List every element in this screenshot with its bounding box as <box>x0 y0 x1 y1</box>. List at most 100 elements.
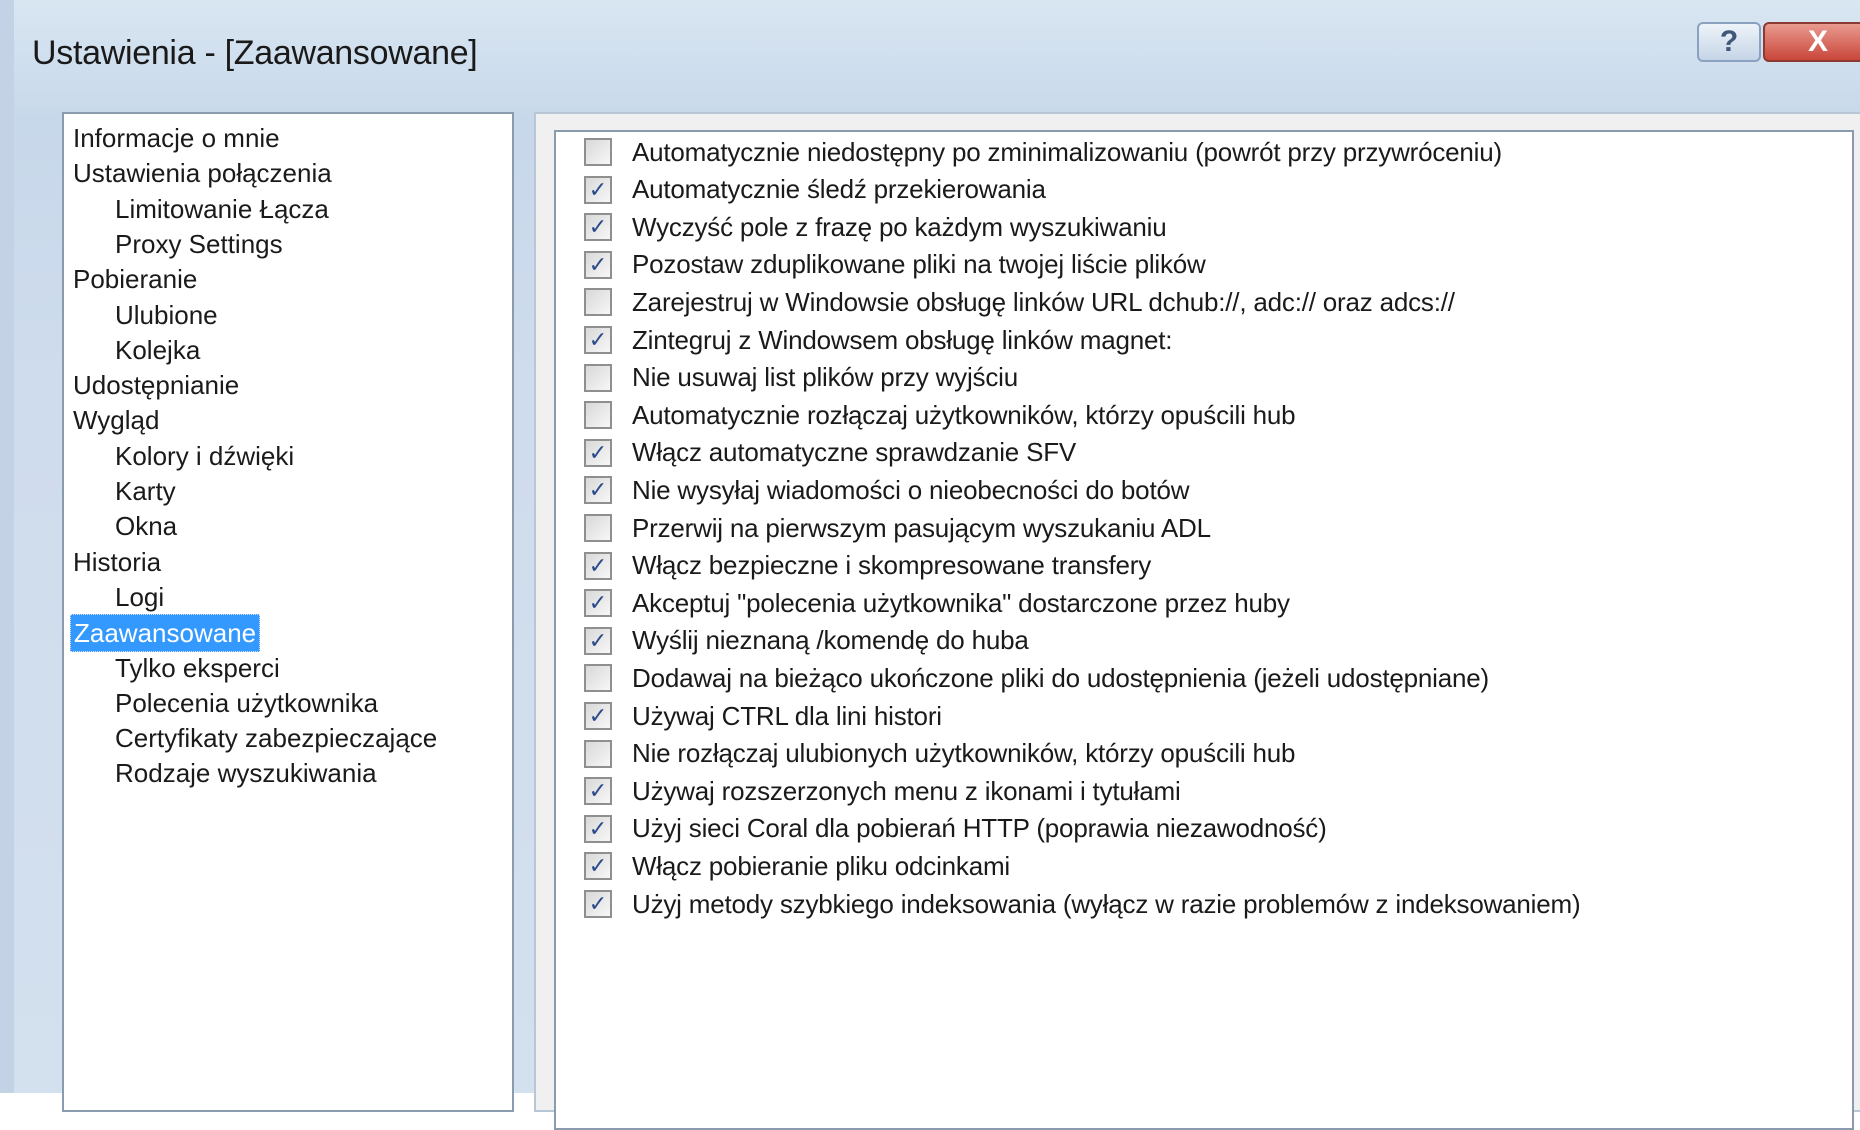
option-checkbox[interactable] <box>584 664 612 693</box>
option-checkbox[interactable]: ✓ <box>584 438 612 467</box>
check-mark-icon: ✓ <box>588 590 608 616</box>
option-label: Nie wysyłaj wiadomości o nieobecności do… <box>632 474 1190 505</box>
option-checkbox[interactable] <box>584 363 612 392</box>
help-icon: ? <box>1719 25 1739 58</box>
option-checkbox[interactable]: ✓ <box>584 777 612 806</box>
nav-item[interactable]: Informacje o mnie <box>70 120 283 156</box>
option-row[interactable]: ✓ Nie wysyłaj wiadomości o nieobecności d… <box>584 472 1190 508</box>
option-checkbox[interactable]: ✓ <box>584 702 612 730</box>
option-label: Przerwij na pierwszym pasującym wyszukan… <box>632 512 1211 543</box>
option-row[interactable]: ✓ Wyczyść pole z frazę po każdym wyszukiw… <box>584 209 1167 245</box>
option-label: Nie rozłączaj ulubionych użytkowników, k… <box>632 738 1296 769</box>
nav-item[interactable]: Okna <box>112 508 180 544</box>
option-row[interactable]: Automatycznie niedostępny po zminimalizo… <box>584 134 1502 170</box>
option-checkbox[interactable] <box>584 138 612 166</box>
option-label: Użyj metody szybkiego indeksowania (wyłą… <box>632 888 1581 919</box>
option-checkbox[interactable]: ✓ <box>584 589 612 618</box>
option-row[interactable]: ✓ Pozostaw zduplikowane pliki na twojej l… <box>584 247 1206 283</box>
check-mark-icon: ✓ <box>588 778 608 804</box>
option-checkbox[interactable]: ✓ <box>584 326 612 354</box>
option-checkbox[interactable]: ✓ <box>584 213 612 242</box>
check-mark-icon: ✓ <box>588 853 608 879</box>
option-checkbox[interactable]: ✓ <box>584 476 612 505</box>
option-row[interactable]: ✓ Używaj rozszerzonych menu z ikonami i t… <box>584 773 1181 809</box>
option-label: Wyczyść pole z frazę po każdym wyszukiwa… <box>632 211 1167 242</box>
check-mark-icon: ✓ <box>588 627 608 653</box>
option-row[interactable]: Zarejestruj w Windowsie obsługę linków U… <box>584 284 1455 320</box>
title-bar[interactable]: Ustawienia - [Zaawansowane] ? X <box>14 0 1860 106</box>
nav-item[interactable]: Udostępnianie <box>70 367 242 403</box>
option-checkbox[interactable] <box>584 514 612 542</box>
option-checkbox[interactable]: ✓ <box>584 551 612 580</box>
nav-item[interactable]: Zaawansowane <box>70 614 261 653</box>
nav-item[interactable]: Logi <box>112 579 167 615</box>
nav-item[interactable]: Historia <box>70 544 164 580</box>
option-checkbox[interactable]: ✓ <box>584 250 612 279</box>
option-label: Automatycznie rozłączaj użytkowników, kt… <box>632 399 1296 430</box>
option-row[interactable]: ✓ Włącz pobieranie pliku odcinkami <box>584 848 1010 884</box>
help-button[interactable]: ? <box>1697 22 1761 62</box>
option-label: Automatycznie śledź przekierowania <box>632 174 1046 205</box>
option-row[interactable]: ✓ Użyj metody szybkiego indeksowania (wył… <box>584 886 1581 922</box>
option-checkbox[interactable] <box>584 288 612 317</box>
option-label: Używaj rozszerzonych menu z ikonami i ty… <box>632 775 1181 806</box>
nav-item[interactable]: Limitowanie Łącza <box>112 191 332 227</box>
close-button[interactable]: X <box>1763 22 1860 62</box>
option-row[interactable]: Dodawaj na bieżąco ukończone pliki do ud… <box>584 660 1489 696</box>
nav-item[interactable]: Tylko eksperci <box>112 650 283 686</box>
option-checkbox[interactable]: ✓ <box>584 814 612 843</box>
option-checkbox[interactable] <box>584 401 612 430</box>
settings-dialog: Ustawienia - [Zaawansowane] ? X Informac… <box>0 0 1860 1130</box>
advanced-settings-panel: Automatycznie niedostępny po zminimalizo… <box>534 112 1860 1130</box>
settings-nav-tree[interactable]: Informacje o mnie Ustawienia połączenia Li… <box>62 112 514 1112</box>
option-row[interactable]: ✓ Włącz automatyczne sprawdzanie SFV <box>584 435 1076 471</box>
option-label: Pozostaw zduplikowane pliki na twojej li… <box>632 249 1206 280</box>
option-checkbox[interactable]: ✓ <box>584 852 612 881</box>
nav-item[interactable]: Proxy Settings <box>112 226 286 262</box>
nav-item[interactable]: Pobieranie <box>70 261 200 297</box>
option-label: Zintegruj z Windowsem obsługę linków mag… <box>632 324 1173 355</box>
option-row[interactable]: ✓ Zintegruj z Windowsem obsługę linków ma… <box>584 322 1173 358</box>
option-row[interactable]: Nie rozłączaj ulubionych użytkowników, k… <box>584 736 1295 772</box>
option-row[interactable]: Przerwij na pierwszym pasującym wyszukan… <box>584 510 1211 546</box>
option-checkbox[interactable]: ✓ <box>584 890 612 918</box>
nav-item[interactable]: Polecenia użytkownika <box>112 685 381 721</box>
option-row[interactable]: ✓ Użyj sieci Coral dla pobierań HTTP (pop… <box>584 811 1327 847</box>
option-label: Automatycznie niedostępny po zminimalizo… <box>632 136 1502 167</box>
option-checkbox[interactable]: ✓ <box>584 626 612 655</box>
nav-item[interactable]: Ustawienia połączenia <box>70 155 335 191</box>
advanced-options-list[interactable]: Automatycznie niedostępny po zminimalizo… <box>554 130 1854 1130</box>
option-label: Włącz automatyczne sprawdzanie SFV <box>632 437 1077 468</box>
option-label: Używaj CTRL dla lini histori <box>632 700 942 731</box>
nav-item[interactable]: Wygląd <box>70 402 162 438</box>
option-checkbox[interactable]: ✓ <box>584 175 612 204</box>
option-label: Dodawaj na bieżąco ukończone pliki do ud… <box>632 662 1489 693</box>
close-icon: X <box>1807 25 1828 58</box>
check-mark-icon: ✓ <box>588 891 608 916</box>
option-label: Akceptuj "polecenia użytkownika" dostarc… <box>632 587 1290 618</box>
check-mark-icon: ✓ <box>588 703 608 728</box>
option-label: Zarejestruj w Windowsie obsługę linków U… <box>632 286 1455 317</box>
option-label: Włącz bezpieczne i skompresowane transfe… <box>632 550 1152 581</box>
check-mark-icon: ✓ <box>588 214 608 240</box>
check-mark-icon: ✓ <box>588 439 608 465</box>
option-checkbox[interactable] <box>584 739 612 768</box>
check-mark-icon: ✓ <box>588 327 608 352</box>
nav-item[interactable]: Ulubione <box>112 297 221 333</box>
option-row[interactable]: ✓ Wyślij nieznaną /komendę do huba <box>584 623 1029 659</box>
nav-item[interactable]: Kolejka <box>112 332 203 368</box>
option-row[interactable]: ✓ Automatycznie śledź przekierowania <box>584 172 1046 208</box>
check-mark-icon: ✓ <box>588 552 608 578</box>
option-row[interactable]: Nie usuwaj list plików przy wyjściu <box>584 360 1018 396</box>
option-label: Włącz pobieranie pliku odcinkami <box>632 850 1011 881</box>
nav-item[interactable]: Certyfikaty zabezpieczające <box>112 720 440 756</box>
option-row[interactable]: Automatycznie rozłączaj użytkowników, kt… <box>584 397 1296 433</box>
option-label: Nie usuwaj list plików przy wyjściu <box>632 362 1018 393</box>
nav-item[interactable]: Kolory i dźwięki <box>112 438 297 474</box>
option-row[interactable]: ✓ Używaj CTRL dla lini histori <box>584 698 942 734</box>
option-row[interactable]: ✓ Włącz bezpieczne i skompresowane transf… <box>584 548 1151 584</box>
option-label: Użyj sieci Coral dla pobierań HTTP (popr… <box>632 813 1327 844</box>
option-row[interactable]: ✓ Akceptuj "polecenia użytkownika" dostar… <box>584 585 1290 621</box>
nav-item[interactable]: Rodzaje wyszukiwania <box>112 755 380 791</box>
nav-item[interactable]: Karty <box>112 473 179 509</box>
